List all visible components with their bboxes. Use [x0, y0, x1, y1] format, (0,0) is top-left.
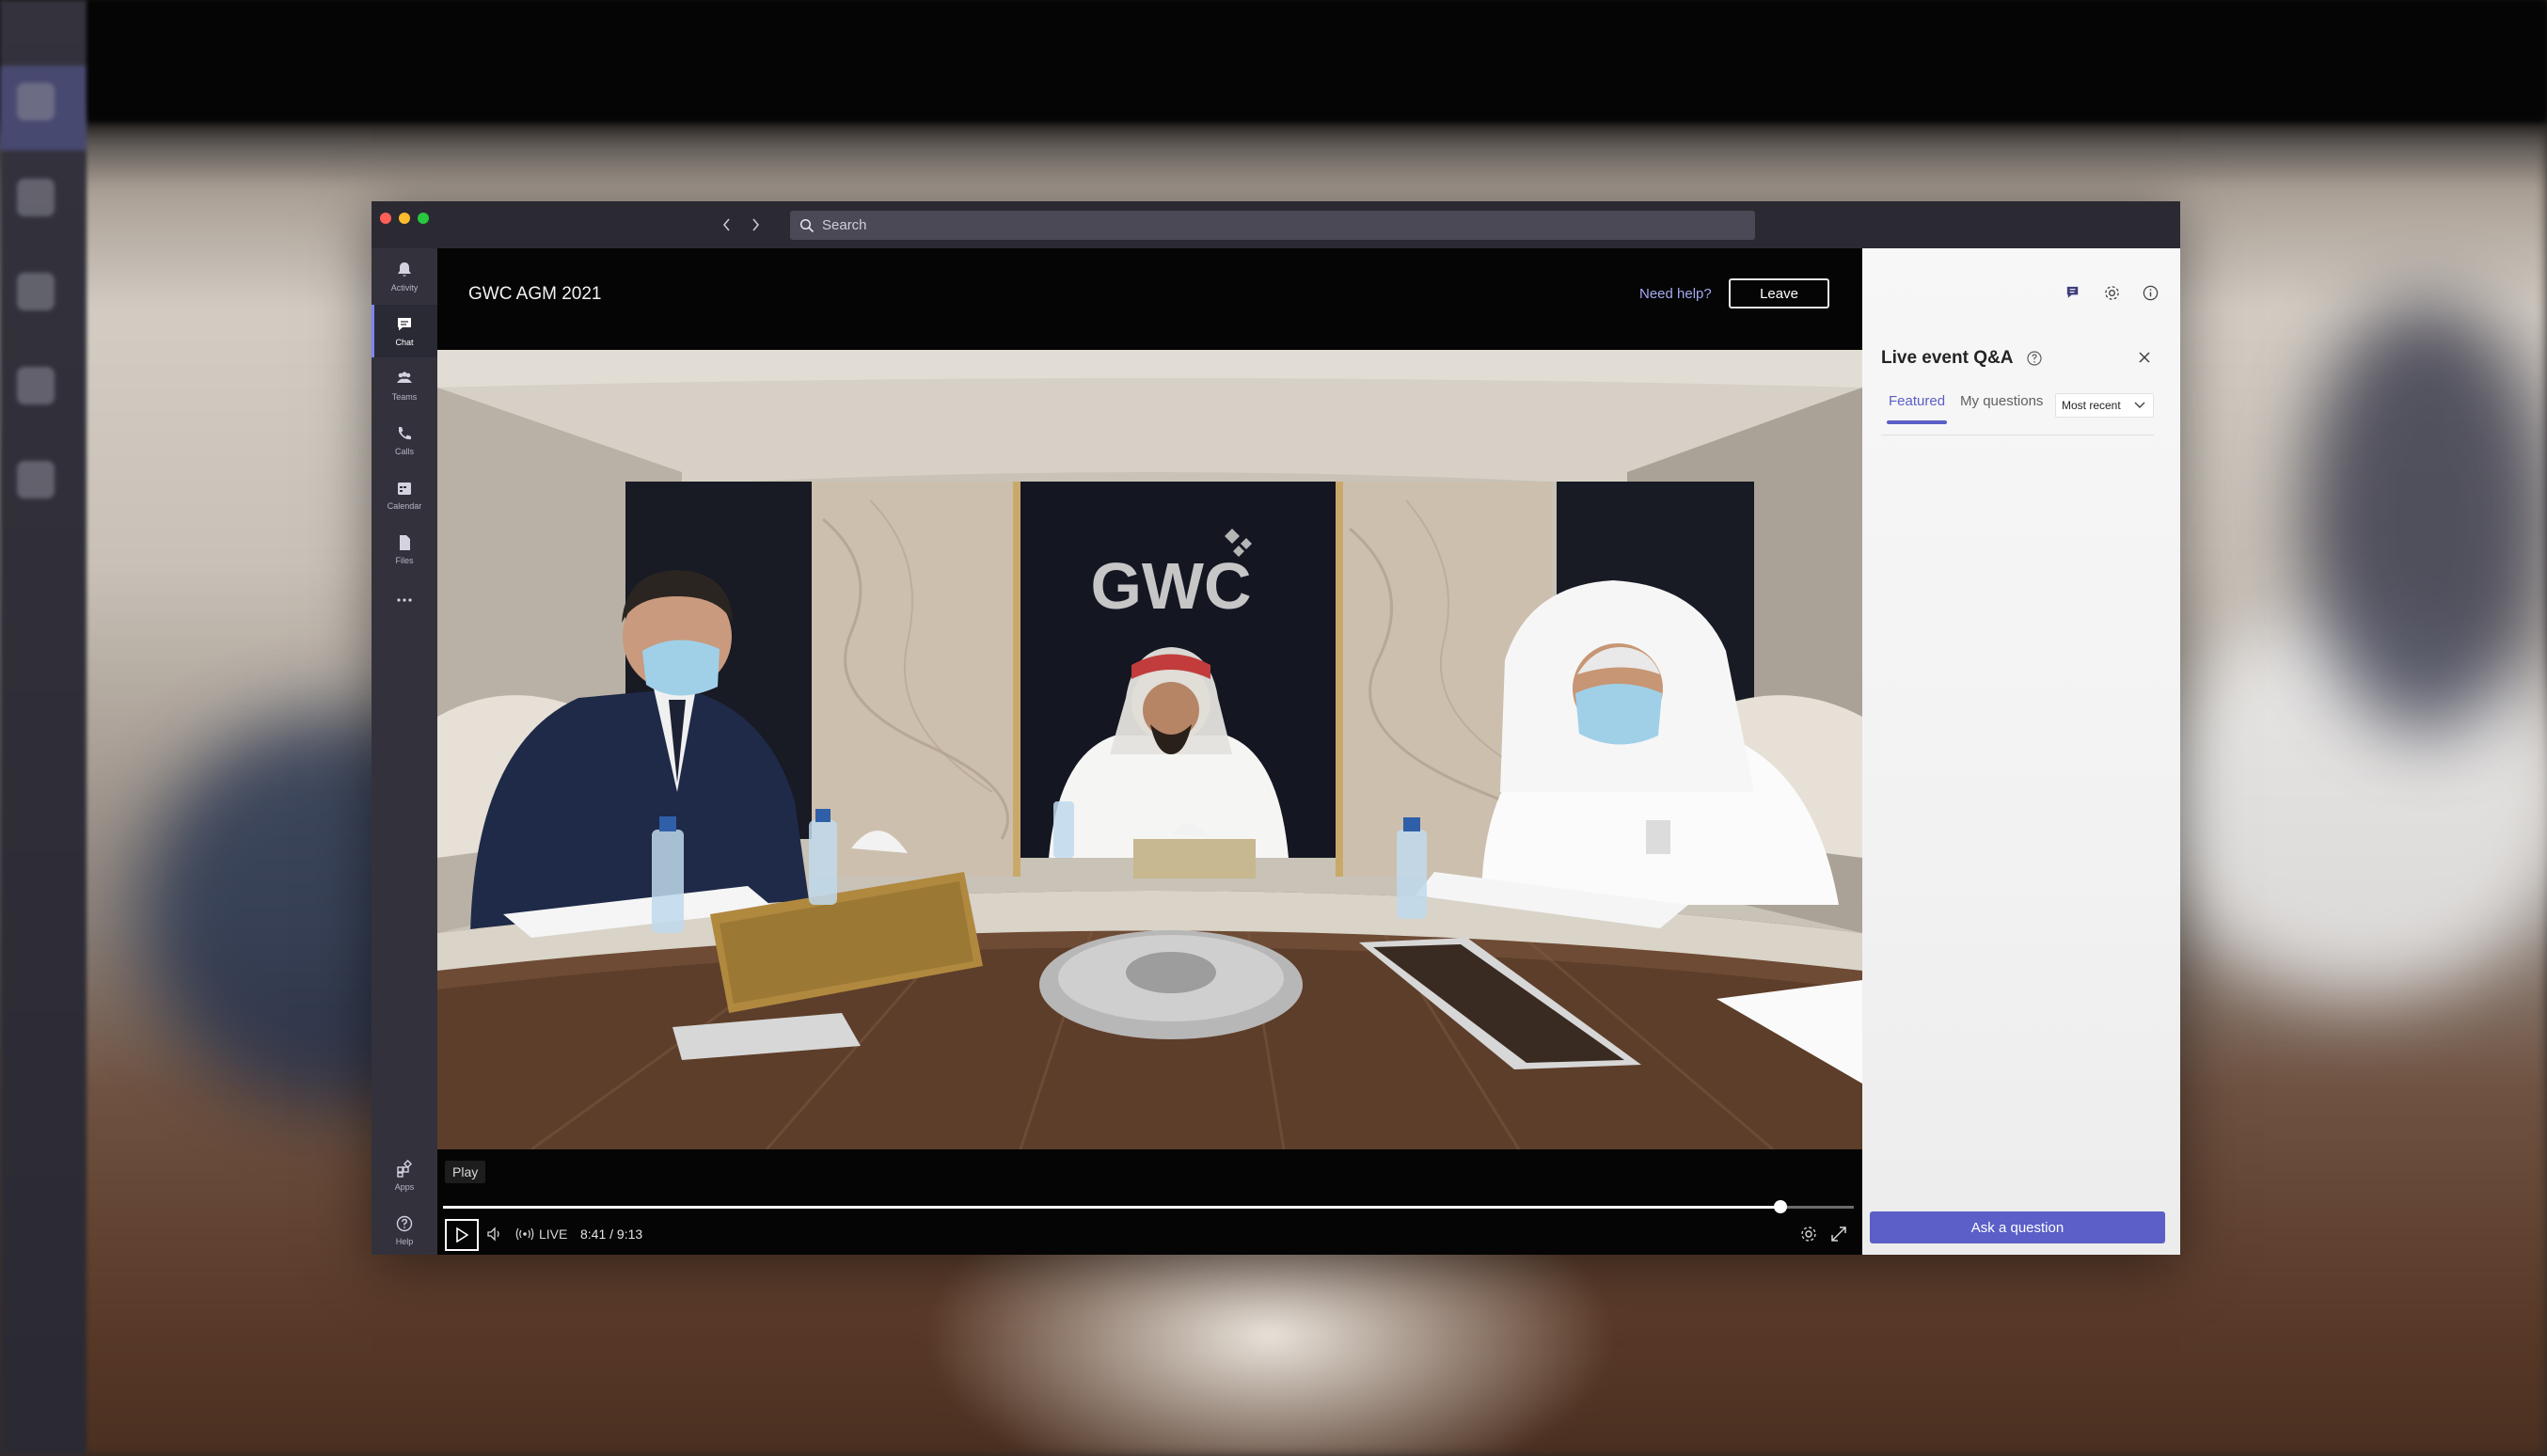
expand-icon — [1831, 1227, 1846, 1242]
search-input[interactable] — [822, 217, 1669, 233]
chevron-right-icon — [752, 218, 760, 231]
speaker-icon — [487, 1227, 499, 1242]
search-box[interactable] — [790, 211, 1755, 240]
sort-dropdown[interactable]: Most recent — [2055, 393, 2154, 418]
close-icon — [2139, 352, 2150, 363]
app-bar-label: Chat — [395, 338, 414, 347]
app-bar-chat[interactable]: Chat — [372, 305, 437, 357]
app-bar-label: Teams — [391, 392, 418, 402]
qa-title: Live event Q&A — [1881, 348, 2014, 368]
app-bar-label: Activity — [390, 283, 419, 293]
blurred-rail-icon — [17, 461, 55, 499]
phone-icon — [399, 427, 411, 440]
blurred-app-rail — [0, 0, 87, 1456]
blurred-wall-right — [2304, 301, 2547, 734]
app-bar-apps[interactable]: Apps — [372, 1149, 437, 1202]
play-button[interactable] — [445, 1219, 479, 1251]
chat-icon — [398, 318, 411, 331]
chevron-left-icon — [722, 218, 730, 231]
ask-question-button[interactable]: Ask a question — [1870, 1211, 2165, 1243]
app-bar-files[interactable]: Files — [372, 523, 437, 576]
seek-progress — [443, 1206, 1780, 1209]
chevron-down-icon — [2134, 402, 2145, 408]
blurred-rail-icon — [17, 367, 55, 404]
app-bar: Activity Chat Teams Calls Calendar Files… — [372, 248, 437, 1255]
close-window-button[interactable] — [380, 213, 391, 224]
more-apps-button[interactable] — [372, 581, 437, 619]
meeting-room-scene: GWC — [437, 350, 1862, 1149]
file-icon — [400, 535, 410, 550]
seek-bar[interactable] — [443, 1200, 1854, 1213]
teams-window: Activity Chat Teams Calls Calendar Files… — [372, 201, 2180, 1255]
video-frame[interactable]: GWC — [437, 350, 1862, 1149]
play-icon — [456, 1227, 468, 1242]
player-controls: LIVE 8:41 / 9:13 — [437, 1215, 1862, 1253]
help-icon — [396, 1215, 413, 1232]
window-controls — [380, 213, 429, 224]
gear-icon — [1801, 1227, 1816, 1242]
qa-panel-toolbar — [2064, 284, 2159, 302]
leave-button[interactable]: Leave — [1729, 278, 1829, 309]
play-tooltip: Play — [445, 1161, 486, 1183]
minimize-window-button[interactable] — [399, 213, 410, 224]
qa-tabs: Featured My questions — [1881, 393, 2050, 424]
app-bar-help[interactable]: Help — [372, 1204, 437, 1255]
app-bar-label: Help — [395, 1237, 414, 1246]
live-label: LIVE — [539, 1227, 568, 1242]
more-dots-icon — [397, 598, 412, 602]
tab-featured[interactable]: Featured — [1881, 393, 1953, 424]
forward-button[interactable] — [750, 211, 761, 239]
question-circle-icon — [2027, 351, 2042, 366]
back-button[interactable] — [721, 211, 733, 239]
blurred-rail-icon — [17, 83, 55, 120]
live-event-player: GWC AGM 2021 Need help? Leave GWC Play L… — [437, 248, 1862, 1255]
volume-button[interactable] — [486, 1226, 503, 1242]
qa-chat-icon[interactable] — [2064, 284, 2082, 302]
seek-handle[interactable] — [1774, 1200, 1787, 1213]
blurred-rail-icon — [17, 179, 55, 216]
maximize-window-button[interactable] — [418, 213, 429, 224]
qa-close-button[interactable] — [2137, 350, 2152, 370]
info-icon[interactable] — [2142, 284, 2159, 302]
app-bar-label: Calls — [394, 447, 414, 456]
history-navigation — [721, 211, 761, 239]
teams-icon — [397, 372, 412, 383]
qa-panel: Live event Q&A Featured My questions Mos… — [1862, 248, 2180, 1255]
settings-gear-icon[interactable] — [2103, 284, 2121, 302]
bell-icon — [398, 262, 411, 277]
blurred-rail-icon — [17, 273, 55, 310]
sort-value: Most recent — [2062, 399, 2121, 412]
gwc-logo: GWC — [1090, 549, 1251, 623]
app-bar-calendar[interactable]: Calendar — [372, 468, 437, 521]
qa-help-button[interactable] — [2026, 350, 2043, 372]
live-indicator[interactable] — [514, 1226, 535, 1242]
tab-my-questions[interactable]: My questions — [1953, 393, 2050, 424]
title-bar — [372, 201, 2180, 248]
need-help-link[interactable]: Need help? — [1639, 286, 1712, 302]
app-bar-label: Apps — [394, 1182, 415, 1192]
fullscreen-button[interactable] — [1829, 1225, 1848, 1243]
search-icon — [799, 218, 815, 232]
broadcast-icon — [515, 1227, 534, 1241]
app-bar-teams[interactable]: Teams — [372, 359, 437, 412]
app-bar-calls[interactable]: Calls — [372, 414, 437, 467]
playback-time: 8:41 / 9:13 — [580, 1227, 643, 1242]
calendar-icon — [398, 483, 411, 495]
app-bar-label: Files — [395, 556, 414, 565]
player-settings-button[interactable] — [1799, 1225, 1818, 1243]
app-bar-activity[interactable]: Activity — [372, 250, 437, 303]
blurred-topbar — [87, 0, 2547, 122]
apps-icon — [397, 1160, 413, 1178]
event-title: GWC AGM 2021 — [468, 284, 602, 304]
app-bar-label: Calendar — [387, 501, 422, 511]
